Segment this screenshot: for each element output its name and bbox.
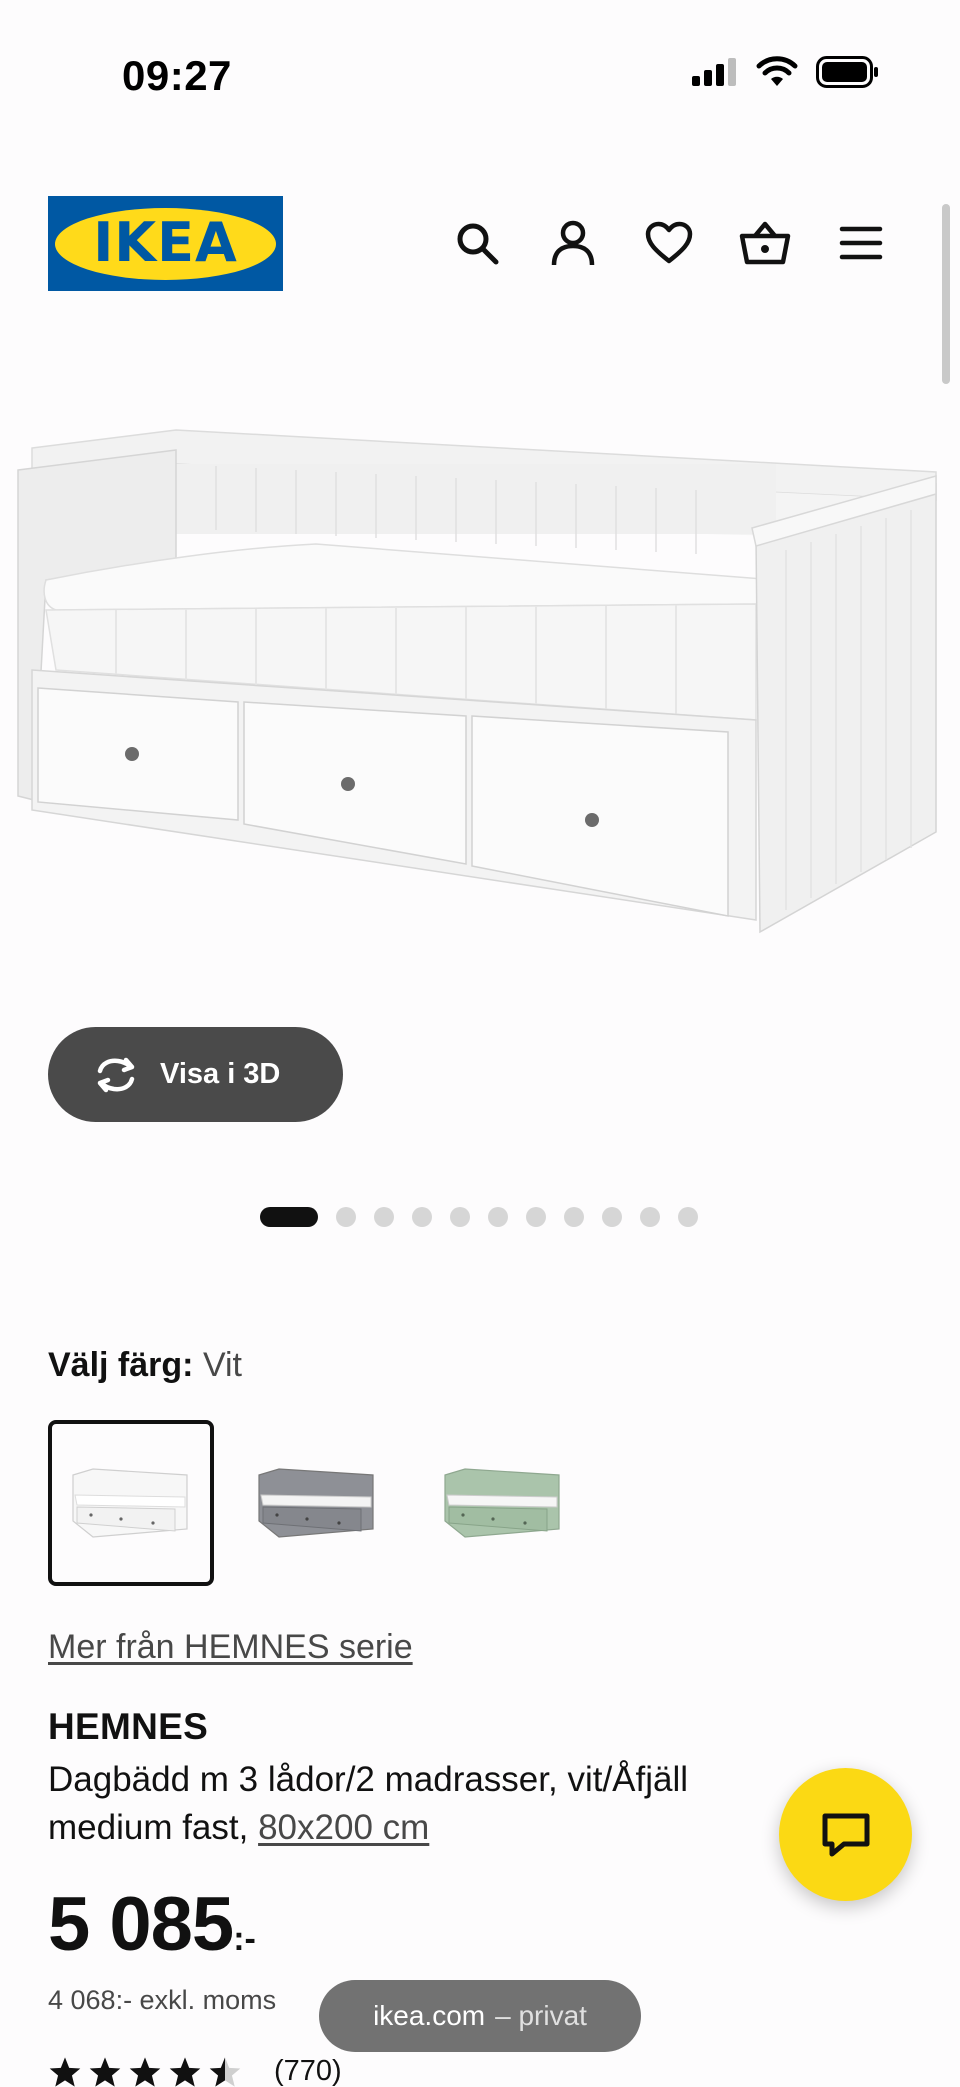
star-icon: [169, 2056, 201, 2087]
pagination-dot[interactable]: [488, 1207, 508, 1227]
product-rating[interactable]: (770): [48, 2055, 342, 2087]
color-selection-label: Välj färg: Vit: [48, 1346, 242, 1385]
price-excl-vat: 4 068:- exkl. moms: [48, 1985, 277, 2015]
browser-mode: – privat: [495, 2000, 587, 2031]
chat-button[interactable]: [779, 1768, 912, 1901]
browser-domain: ikea.com: [373, 2000, 486, 2031]
logo-text: IKEA: [93, 211, 238, 274]
image-pagination[interactable]: [260, 1207, 698, 1227]
rotate-3d-icon: [97, 1057, 135, 1092]
color-selected-value: Vit: [202, 1346, 243, 1384]
pagination-dot[interactable]: [374, 1207, 394, 1227]
browser-url-pill[interactable]: ikea.com – privat: [319, 1980, 641, 2052]
pagination-dot[interactable]: [336, 1207, 356, 1227]
cart-icon[interactable]: [736, 212, 794, 274]
series-link[interactable]: Mer från HEMNES serie: [48, 1628, 413, 1667]
color-label-title: Välj färg:: [48, 1346, 194, 1384]
heart-icon[interactable]: [640, 212, 698, 274]
price-value: 5 085: [48, 1882, 234, 1967]
price-suffix: :-: [233, 1920, 256, 1958]
pagination-dot[interactable]: [450, 1207, 470, 1227]
pagination-dot[interactable]: [602, 1207, 622, 1227]
color-swatches: [48, 1420, 586, 1586]
status-icons: [692, 56, 880, 88]
wifi-icon: [756, 56, 798, 86]
color-swatch-white[interactable]: [48, 1420, 214, 1586]
signal-icon: [692, 58, 736, 86]
product-brand: HEMNES: [48, 1706, 209, 1747]
product-price: 5 085:-: [48, 1880, 256, 1984]
view-in-3d-label: Visa i 3D: [160, 1058, 281, 1090]
pagination-dot[interactable]: [260, 1207, 318, 1227]
star-icon: [209, 2056, 241, 2087]
rating-stars: [48, 2056, 242, 2087]
header-nav: [448, 212, 890, 274]
rating-count: (770): [274, 2055, 342, 2087]
pagination-dot[interactable]: [678, 1207, 698, 1227]
star-icon: [89, 2056, 121, 2087]
battery-icon: [816, 56, 878, 88]
pagination-dot[interactable]: [412, 1207, 432, 1227]
color-swatch-green[interactable]: [420, 1420, 586, 1586]
color-swatch-grey[interactable]: [234, 1420, 400, 1586]
page-scrollbar[interactable]: [942, 204, 950, 384]
product-image-daybed[interactable]: [16, 420, 944, 960]
star-icon: [129, 2056, 161, 2087]
pagination-dot[interactable]: [640, 1207, 660, 1227]
account-icon[interactable]: [544, 212, 602, 274]
star-icon: [49, 2056, 81, 2087]
menu-icon[interactable]: [832, 212, 890, 274]
search-icon[interactable]: [448, 212, 506, 274]
chat-icon: [822, 1813, 869, 1856]
status-time: 09:27: [122, 52, 232, 99]
product-size-link[interactable]: 80x200 cm: [258, 1808, 429, 1847]
view-in-3d-button[interactable]: Visa i 3D: [48, 1027, 343, 1122]
ikea-logo[interactable]: IKEA: [48, 196, 283, 291]
pagination-dot[interactable]: [526, 1207, 546, 1227]
pagination-dot[interactable]: [564, 1207, 584, 1227]
product-description: Dagbädd m 3 lådor/2 madrasser, vit/Åfjäl…: [48, 1756, 808, 1852]
